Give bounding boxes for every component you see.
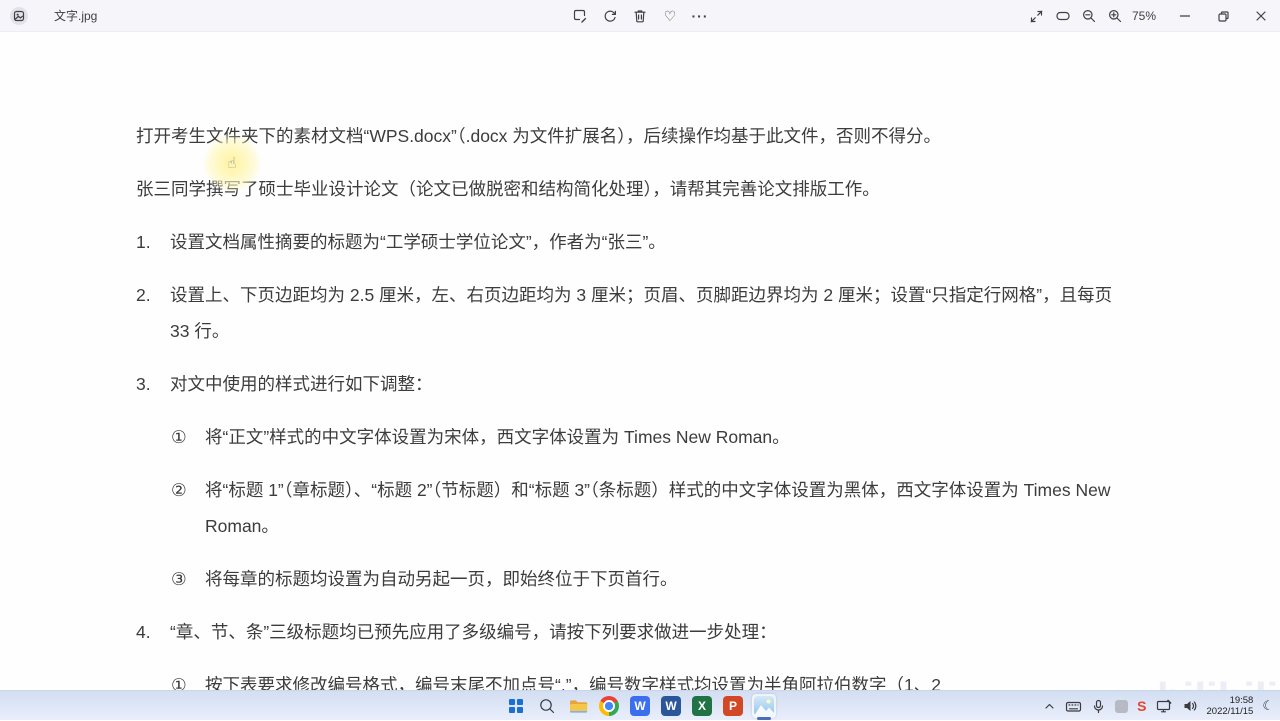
powerpoint-button[interactable]: P	[721, 694, 745, 718]
edit-image-icon[interactable]	[567, 3, 593, 29]
task-subitem: ① 将“正文”样式的中文字体设置为宋体，西文字体设置为 Times New Ro…	[171, 427, 790, 447]
task-item: 4. “章、节、条”三级标题均已预先应用了多级编号，请按下列要求做进一步处理：	[136, 622, 777, 642]
photos-titlebar: 文字.jpg ♡ ··· 75%	[0, 0, 1280, 32]
photos-icon	[754, 696, 774, 716]
photos-app-icon	[10, 6, 28, 25]
rotate-icon[interactable]	[597, 3, 623, 29]
powerpoint-icon: P	[723, 696, 743, 716]
close-button[interactable]	[1242, 0, 1280, 32]
file-explorer-button[interactable]	[566, 694, 590, 718]
taskbar-pinned-apps: W W X P	[504, 691, 776, 721]
windows-logo-icon	[509, 699, 523, 713]
minimize-button[interactable]	[1166, 0, 1204, 32]
more-icon[interactable]: ···	[687, 3, 713, 29]
sogou-icon[interactable]: S	[1137, 699, 1146, 713]
task-subitem: ② 将“标题 1”（章标题）、“标题 2”（节标题）和“标题 3”（条标题）样式…	[171, 480, 1111, 536]
chrome-icon	[599, 696, 619, 716]
task-item: 3. 对文中使用的样式进行如下调整：	[136, 374, 433, 394]
chrome-button[interactable]	[597, 694, 621, 718]
word-icon: W	[661, 696, 681, 716]
taskbar: W W X P S 19:58 2022/11/15 ☾	[0, 690, 1280, 720]
excel-button[interactable]: X	[690, 694, 714, 718]
display-pen-icon[interactable]	[1156, 698, 1173, 715]
touch-keyboard-icon[interactable]	[1065, 698, 1082, 715]
focus-moon-icon[interactable]: ☾	[1262, 698, 1274, 714]
date: 2022/11/15	[1206, 706, 1254, 717]
task-item: 2. 设置上、下页边距均为 2.5 厘米，左、右页边距均为 3 厘米；页眉、页脚…	[136, 285, 1113, 341]
delete-icon[interactable]	[627, 3, 653, 29]
tray-blob-icon[interactable]	[1115, 699, 1129, 713]
photo-canvas[interactable]: 打开考生文件夹下的素材文档“WPS.docx”（.docx 为文件扩展名），后续…	[0, 32, 1280, 690]
word-button[interactable]: W	[659, 694, 683, 718]
start-button[interactable]	[504, 694, 528, 718]
bilibili-watermark: bilibili	[1157, 674, 1278, 690]
zoom-in-icon[interactable]	[1102, 3, 1128, 29]
favorite-icon[interactable]: ♡	[657, 3, 683, 29]
heart-glyph: ♡	[663, 8, 677, 24]
fit-to-window-icon[interactable]	[1050, 3, 1076, 29]
photos-button[interactable]	[752, 694, 776, 720]
time: 19:58	[1229, 694, 1254, 706]
wps-button[interactable]: W	[628, 694, 652, 718]
folder-icon	[569, 699, 587, 713]
microphone-icon[interactable]	[1091, 699, 1106, 714]
intro-paragraph: 打开考生文件夹下的素材文档“WPS.docx”（.docx 为文件扩展名），后续…	[136, 126, 942, 146]
volume-icon[interactable]	[1182, 698, 1198, 714]
zoom-level[interactable]: 75%	[1128, 9, 1166, 23]
task-subitem: ③ 将每章的标题均设置为自动另起一页，即始终位于下页首行。	[171, 569, 678, 589]
file-title: 文字.jpg	[54, 9, 98, 23]
system-tray: S 19:58 2022/11/15 ☾	[1043, 691, 1274, 721]
search-button[interactable]	[535, 694, 559, 718]
task-item: 1. 设置文档属性摘要的标题为“工学硕士学位论文”，作者为“张三”。	[136, 232, 666, 252]
excel-icon: X	[692, 696, 712, 716]
clock[interactable]: 19:58 2022/11/15	[1207, 695, 1254, 718]
zoom-out-icon[interactable]	[1076, 3, 1102, 29]
document-text: 打开考生文件夹下的素材文档“WPS.docx”（.docx 为文件扩展名），后续…	[136, 118, 1128, 690]
wps-icon: W	[630, 696, 650, 716]
search-icon	[540, 699, 555, 714]
hidden-icons-chevron[interactable]	[1043, 700, 1056, 713]
intro-paragraph: 张三同学撰写了硕士毕业设计论文（论文已做脱密和结构简化处理），请帮其完善论文排版…	[136, 179, 880, 199]
fullscreen-icon[interactable]	[1024, 3, 1050, 29]
task-subitem: ① 按下表要求修改编号格式，编号末尾不加点号“.”，编号数字样式均设置为半角阿拉…	[171, 675, 941, 690]
restore-button[interactable]	[1204, 0, 1242, 32]
